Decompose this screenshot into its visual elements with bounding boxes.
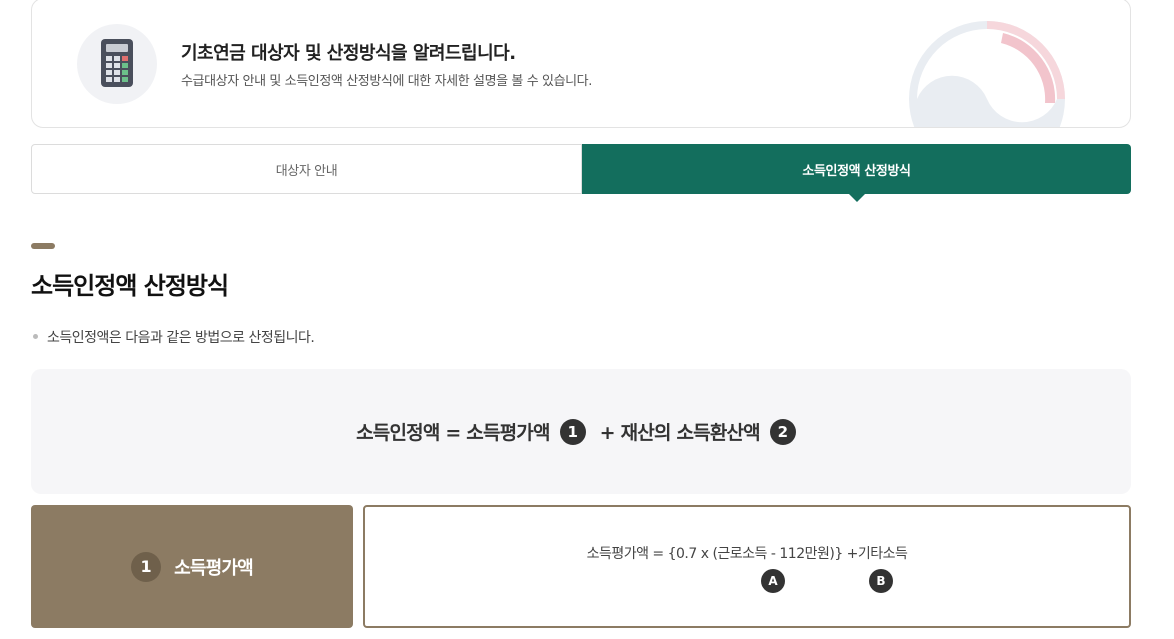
tab-target-guide[interactable]: 대상자 안내 [31,144,582,194]
formula-part1: 소득인정액 = 소득평가액 [356,422,550,444]
bullet-label: 소득인정액은 다음과 같은 방법으로 산정됩니다. [47,330,315,346]
income-eval-formula-panel: 소득평가액 = {0.7 x (근로소득 - 112만원)} +기타소득 A B [363,505,1131,628]
tab-label: 대상자 안내 [275,163,338,179]
bullet-text: 소득인정액은 다음과 같은 방법으로 산정됩니다. [33,327,315,347]
number-1-badge: 1 [559,418,586,445]
item-label: 소득평가액 [174,557,254,579]
bullet-dot-icon [33,333,38,339]
tab-label: 소득인정액 산정방식 [802,163,911,179]
marker-a-badge: A [761,569,785,593]
active-tab-indicator [848,194,865,202]
hero-title: 기초연금 대상자 및 산정방식을 알려드립니다. [181,43,516,64]
item-number-badge: 1 [131,551,162,582]
section-title: 소득인정액 산정방식 [31,272,229,300]
income-eval-label-panel: 1 소득평가액 [31,505,353,628]
tab-income-calculation[interactable]: 소득인정액 산정방식 [582,144,1131,202]
section-decoration [31,243,67,249]
marker-b-badge: B [869,569,893,593]
formula-box: 소득인정액 = 소득평가액 1 + 재산의 소득환산액 2 [31,369,1131,494]
hero-icon-circle [77,24,157,104]
hero-subtitle: 수급대상자 안내 및 소득인정액 산정방식에 대한 자세한 설명을 볼 수 있습… [181,74,592,89]
tab-bar: 대상자 안내 소득인정액 산정방식 [31,144,1131,202]
income-eval-formula: 소득평가액 = {0.7 x (근로소득 - 112만원)} +기타소득 [586,546,908,562]
formula-part2: + 재산의 소득환산액 [599,422,761,444]
hero-banner: 기초연금 대상자 및 산정방식을 알려드립니다. 수급대상자 안내 및 소득인정… [31,0,1131,128]
calculator-icon [101,39,133,87]
number-2-badge: 2 [769,418,796,445]
emblem-watermark-icon [909,21,1065,127]
